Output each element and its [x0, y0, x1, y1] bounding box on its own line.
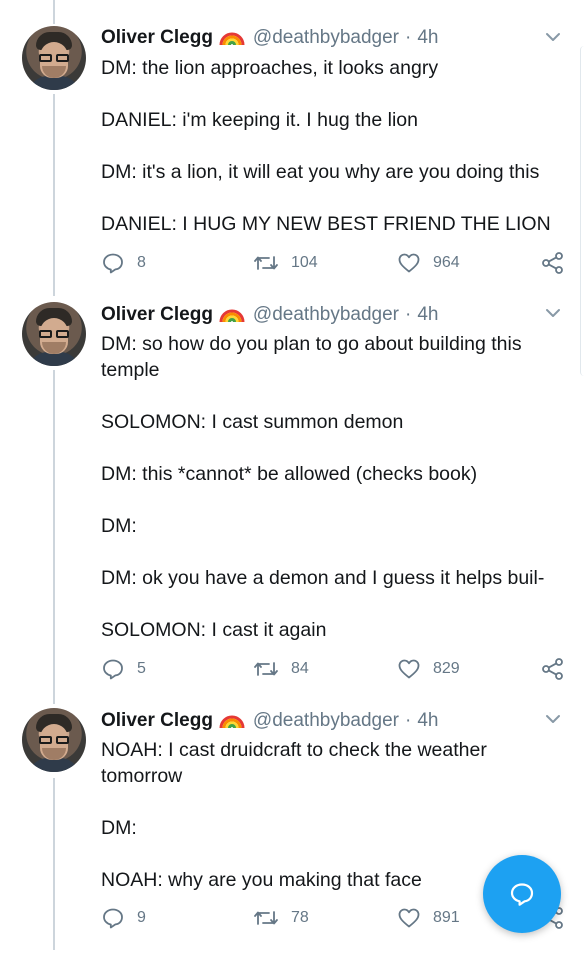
tweet-line — [101, 487, 556, 513]
timestamp[interactable]: 4h — [417, 710, 438, 732]
chevron-down-icon[interactable] — [542, 708, 564, 730]
tweet-actions: 8 104 964 — [101, 250, 571, 276]
tweet-header: Oliver Clegg @deathbybadger · 4h — [101, 708, 438, 734]
tweet-line: DM: — [101, 515, 137, 537]
reply-icon — [103, 253, 123, 274]
like-button[interactable]: 891 — [397, 905, 460, 931]
reply-count: 9 — [137, 909, 146, 926]
tweet-line: DM: this *cannot* be allowed (checks boo… — [101, 463, 478, 485]
like-count: 829 — [433, 660, 460, 677]
author-name[interactable]: Oliver Clegg — [101, 304, 213, 326]
tweet-text: DM: so how do you plan to go about build… — [101, 331, 556, 643]
timestamp[interactable]: 4h — [417, 27, 438, 49]
tweet-line: SOLOMON: I cast it again — [101, 619, 327, 641]
tweet-header: Oliver Clegg @deathbybadger · 4h — [101, 302, 438, 328]
author-handle[interactable]: @deathbybadger — [253, 27, 399, 49]
reply-icon — [103, 908, 123, 929]
tweet[interactable]: Oliver Clegg @deathbybadger · 4h DM: so … — [0, 290, 586, 698]
author-handle[interactable]: @deathbybadger — [253, 304, 399, 326]
tweet-line: DM: it's a lion, it will eat you why are… — [101, 161, 540, 183]
like-button[interactable]: 829 — [397, 656, 460, 682]
tweet-line — [101, 435, 556, 461]
tweet-line: DM: so how do you plan to go about build… — [101, 333, 522, 355]
share-button[interactable] — [541, 250, 565, 276]
reply-button[interactable]: 9 — [101, 905, 146, 931]
avatar[interactable] — [22, 708, 86, 772]
like-count: 891 — [433, 909, 460, 926]
share-icon — [542, 658, 563, 680]
reply-button[interactable]: 8 — [101, 250, 146, 276]
like-button[interactable]: 964 — [397, 250, 460, 276]
tweet-text: DM: the lion approaches, it looks angry … — [101, 55, 556, 237]
retweet-icon — [254, 911, 278, 925]
author-name[interactable]: Oliver Clegg — [101, 27, 213, 49]
author-name[interactable]: Oliver Clegg — [101, 710, 213, 732]
tweet-line — [101, 81, 556, 107]
tweet-line — [101, 789, 556, 815]
retweet-button[interactable]: 84 — [253, 656, 309, 682]
tweet[interactable]: Oliver Clegg @deathbybadger · 4h DM: the… — [0, 0, 586, 290]
chevron-down-icon[interactable] — [542, 302, 564, 324]
compose-message-button[interactable] — [483, 855, 561, 933]
tweet-header: Oliver Clegg @deathbybadger · 4h — [101, 25, 438, 51]
tweet-line: tomorrow — [101, 765, 183, 787]
retweet-icon — [254, 256, 278, 270]
tweet-line: DANIEL: i'm keeping it. I hug the lion — [101, 109, 418, 131]
tweet-line: NOAH: I cast druidcraft to check the wea… — [101, 739, 487, 761]
timestamp[interactable]: 4h — [417, 304, 438, 326]
tweet-line — [101, 591, 556, 617]
tweet-line — [101, 383, 556, 409]
tweet-line — [101, 133, 556, 159]
retweet-button[interactable]: 78 — [253, 905, 309, 931]
reply-count: 8 — [137, 254, 146, 271]
tweet-line: DANIEL: I HUG MY NEW BEST FRIEND THE LIO… — [101, 213, 551, 235]
tweet-line: SOLOMON: I cast summon demon — [101, 411, 404, 433]
tweet-line: DM: — [101, 817, 137, 839]
retweet-button[interactable]: 104 — [253, 250, 318, 276]
tweet-line — [101, 185, 556, 211]
heart-icon — [398, 253, 420, 273]
rainbow-emoji-icon — [219, 309, 245, 323]
share-icon — [542, 252, 563, 274]
retweet-icon — [254, 662, 278, 676]
avatar[interactable] — [22, 26, 86, 90]
chevron-down-icon[interactable] — [542, 26, 564, 48]
tweet-line: DM: the lion approaches, it looks angry — [101, 57, 439, 79]
heart-icon — [398, 659, 420, 679]
share-button[interactable] — [541, 656, 565, 682]
heart-icon — [398, 908, 420, 928]
like-count: 964 — [433, 254, 460, 271]
retweet-count: 104 — [291, 254, 318, 271]
tweet-line: temple — [101, 359, 160, 381]
compose-message-icon — [510, 883, 534, 906]
reply-button[interactable]: 5 — [101, 656, 146, 682]
rainbow-emoji-icon — [219, 715, 245, 729]
author-handle[interactable]: @deathbybadger — [253, 710, 399, 732]
retweet-count: 84 — [291, 660, 309, 677]
tweet-text: NOAH: I cast druidcraft to check the wea… — [101, 737, 556, 893]
tweet-line — [101, 539, 556, 565]
retweet-count: 78 — [291, 909, 309, 926]
reply-count: 5 — [137, 660, 146, 677]
separator: · — [404, 304, 412, 325]
tweet-actions: 5 84 829 — [101, 656, 571, 682]
avatar[interactable] — [22, 302, 86, 366]
rainbow-emoji-icon — [219, 32, 245, 46]
tweet-line: DM: ok you have a demon and I guess it h… — [101, 567, 545, 589]
reply-icon — [103, 659, 123, 680]
tweet-line — [101, 841, 556, 867]
separator: · — [404, 710, 412, 731]
separator: · — [404, 27, 412, 48]
